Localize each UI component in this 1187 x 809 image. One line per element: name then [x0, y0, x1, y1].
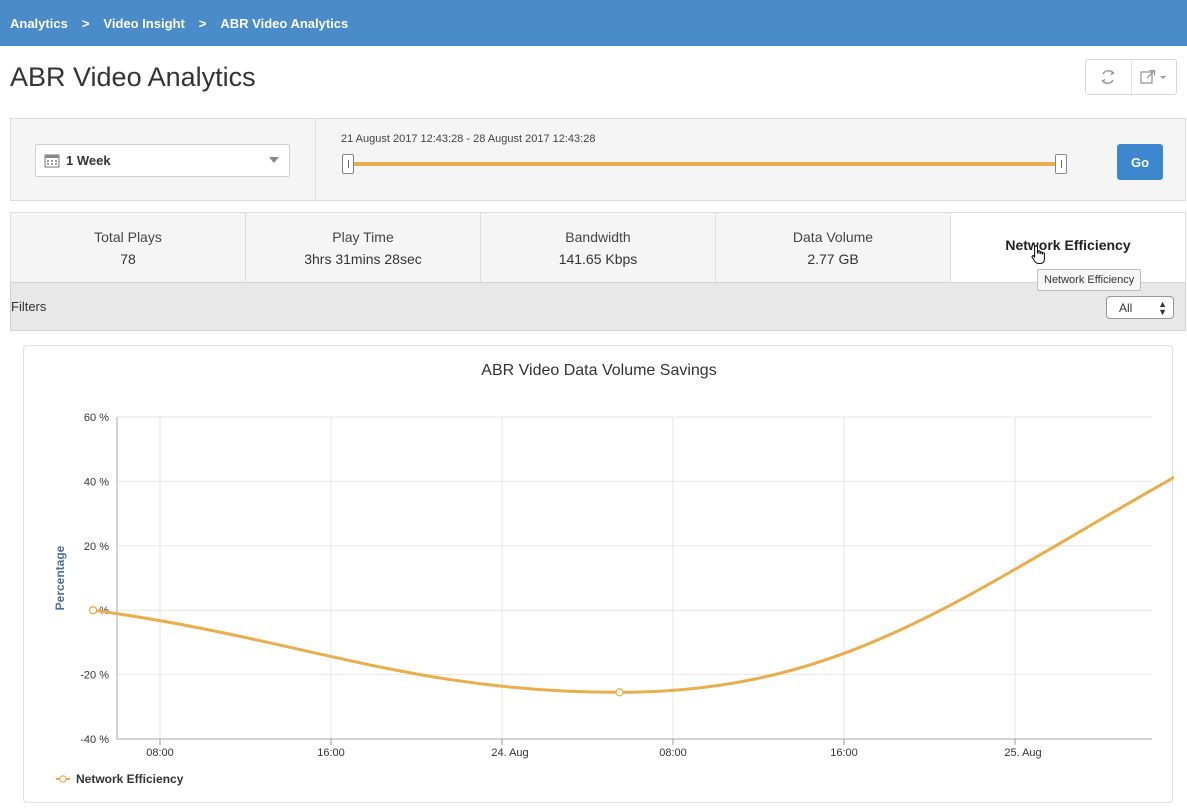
y-tick-label: 40 %: [84, 476, 109, 488]
refresh-button[interactable]: [1086, 60, 1131, 94]
legend-item-network-efficiency[interactable]: Network Efficiency: [56, 772, 183, 786]
tab-label: Total Plays: [94, 228, 162, 245]
time-range-slider-track[interactable]: [351, 162, 1067, 166]
y-tick-label: 20 %: [84, 541, 109, 553]
y-tick-label: 60 %: [84, 412, 109, 424]
data-point: [615, 688, 624, 697]
filter-select[interactable]: All ▲ ▼: [1106, 296, 1174, 319]
breadcrumb-analytics[interactable]: Analytics: [10, 16, 68, 31]
range-end-handle[interactable]: [1055, 154, 1067, 174]
period-select[interactable]: 1 Week: [35, 144, 290, 177]
tab-bandwidth[interactable]: Bandwidth 141.65 Kbps: [481, 213, 716, 282]
legend-label: Network Efficiency: [76, 772, 184, 786]
tab-label: Data Volume: [792, 228, 874, 245]
filters-label: Filters: [11, 299, 47, 314]
tab-data-volume[interactable]: Data Volume 2.77 GB: [716, 213, 951, 282]
time-range-panel: 1 Week 21 August 2017 12:43:28 - 28 Augu…: [10, 118, 1186, 201]
hand-cursor-icon: [1031, 245, 1047, 270]
filter-select-value: All: [1119, 300, 1133, 315]
x-tick-label: 08:00: [146, 747, 174, 759]
metric-tabs: Total Plays 78 Play Time 3hrs 31mins 28s…: [10, 212, 1186, 282]
chart-card: 60 % 40 % 20 % 0 % -20 % -40 % 08:00 16:00 24. A…: [23, 345, 1174, 803]
y-tick-label: -20 %: [80, 670, 109, 682]
tab-label: Bandwidth: [565, 228, 631, 245]
y-axis-title: Percentage: [53, 545, 67, 610]
tooltip: Network Efficiency: [1037, 269, 1142, 291]
select-arrows-icon: ▲ ▼: [1158, 299, 1167, 317]
caret-down-icon: [1159, 76, 1166, 79]
title-actions: [1085, 59, 1177, 95]
line-chart: 60 %40 %20 %0 %-20 %-40 %08:00 16:00 24. A…: [53, 412, 1174, 759]
refresh-icon: [1101, 70, 1115, 84]
date-range-text: 21 August 2017 12:43:28 - 28 August 2017…: [341, 133, 596, 145]
breadcrumb-separator: >: [81, 15, 90, 31]
calendar-icon: [44, 153, 60, 168]
filters-bar: Filters All ▲ ▼: [10, 282, 1186, 331]
tab-label: Network Efficiency: [1005, 236, 1131, 253]
breadcrumb: Analytics > Video Insight > ABR Video An…: [0, 0, 1187, 46]
series-line-network-efficiency: [92, 475, 1174, 694]
tab-value: 78: [120, 250, 136, 267]
x-tick-label: 16:00: [830, 747, 858, 759]
x-tick-label: 25. Aug: [1004, 747, 1041, 759]
breadcrumb-separator: >: [198, 15, 207, 31]
legend-marker-icon: [56, 775, 70, 783]
tab-play-time[interactable]: Play Time 3hrs 31mins 28sec: [246, 213, 481, 282]
chart-title: ABR Video Data Volume Savings: [481, 362, 717, 379]
tab-value: 141.65 Kbps: [558, 250, 638, 267]
y-tick-label: -40 %: [80, 734, 109, 746]
tab-total-plays[interactable]: Total Plays 78: [11, 213, 246, 282]
page-title: ABR Video Analytics: [10, 62, 256, 92]
x-tick-label: 16:00: [317, 747, 345, 759]
x-tick-label: 08:00: [659, 747, 687, 759]
range-start-handle[interactable]: [342, 154, 354, 174]
x-tick-label: 24. Aug: [491, 747, 528, 759]
panel-divider: [315, 119, 316, 200]
data-point: [88, 606, 98, 615]
tab-value: 3hrs 31mins 28sec: [304, 250, 422, 267]
export-icon: [1140, 69, 1166, 84]
tab-label: Play Time: [332, 228, 394, 245]
breadcrumb-video-insight[interactable]: Video Insight: [103, 16, 184, 31]
go-button[interactable]: Go: [1117, 144, 1163, 180]
chevron-down-icon: [269, 157, 279, 163]
breadcrumb-abr-video-analytics[interactable]: ABR Video Analytics: [220, 16, 348, 31]
period-value: 1 Week: [66, 153, 111, 168]
tab-value: 2.77 GB: [807, 250, 859, 267]
export-button[interactable]: [1130, 60, 1177, 94]
